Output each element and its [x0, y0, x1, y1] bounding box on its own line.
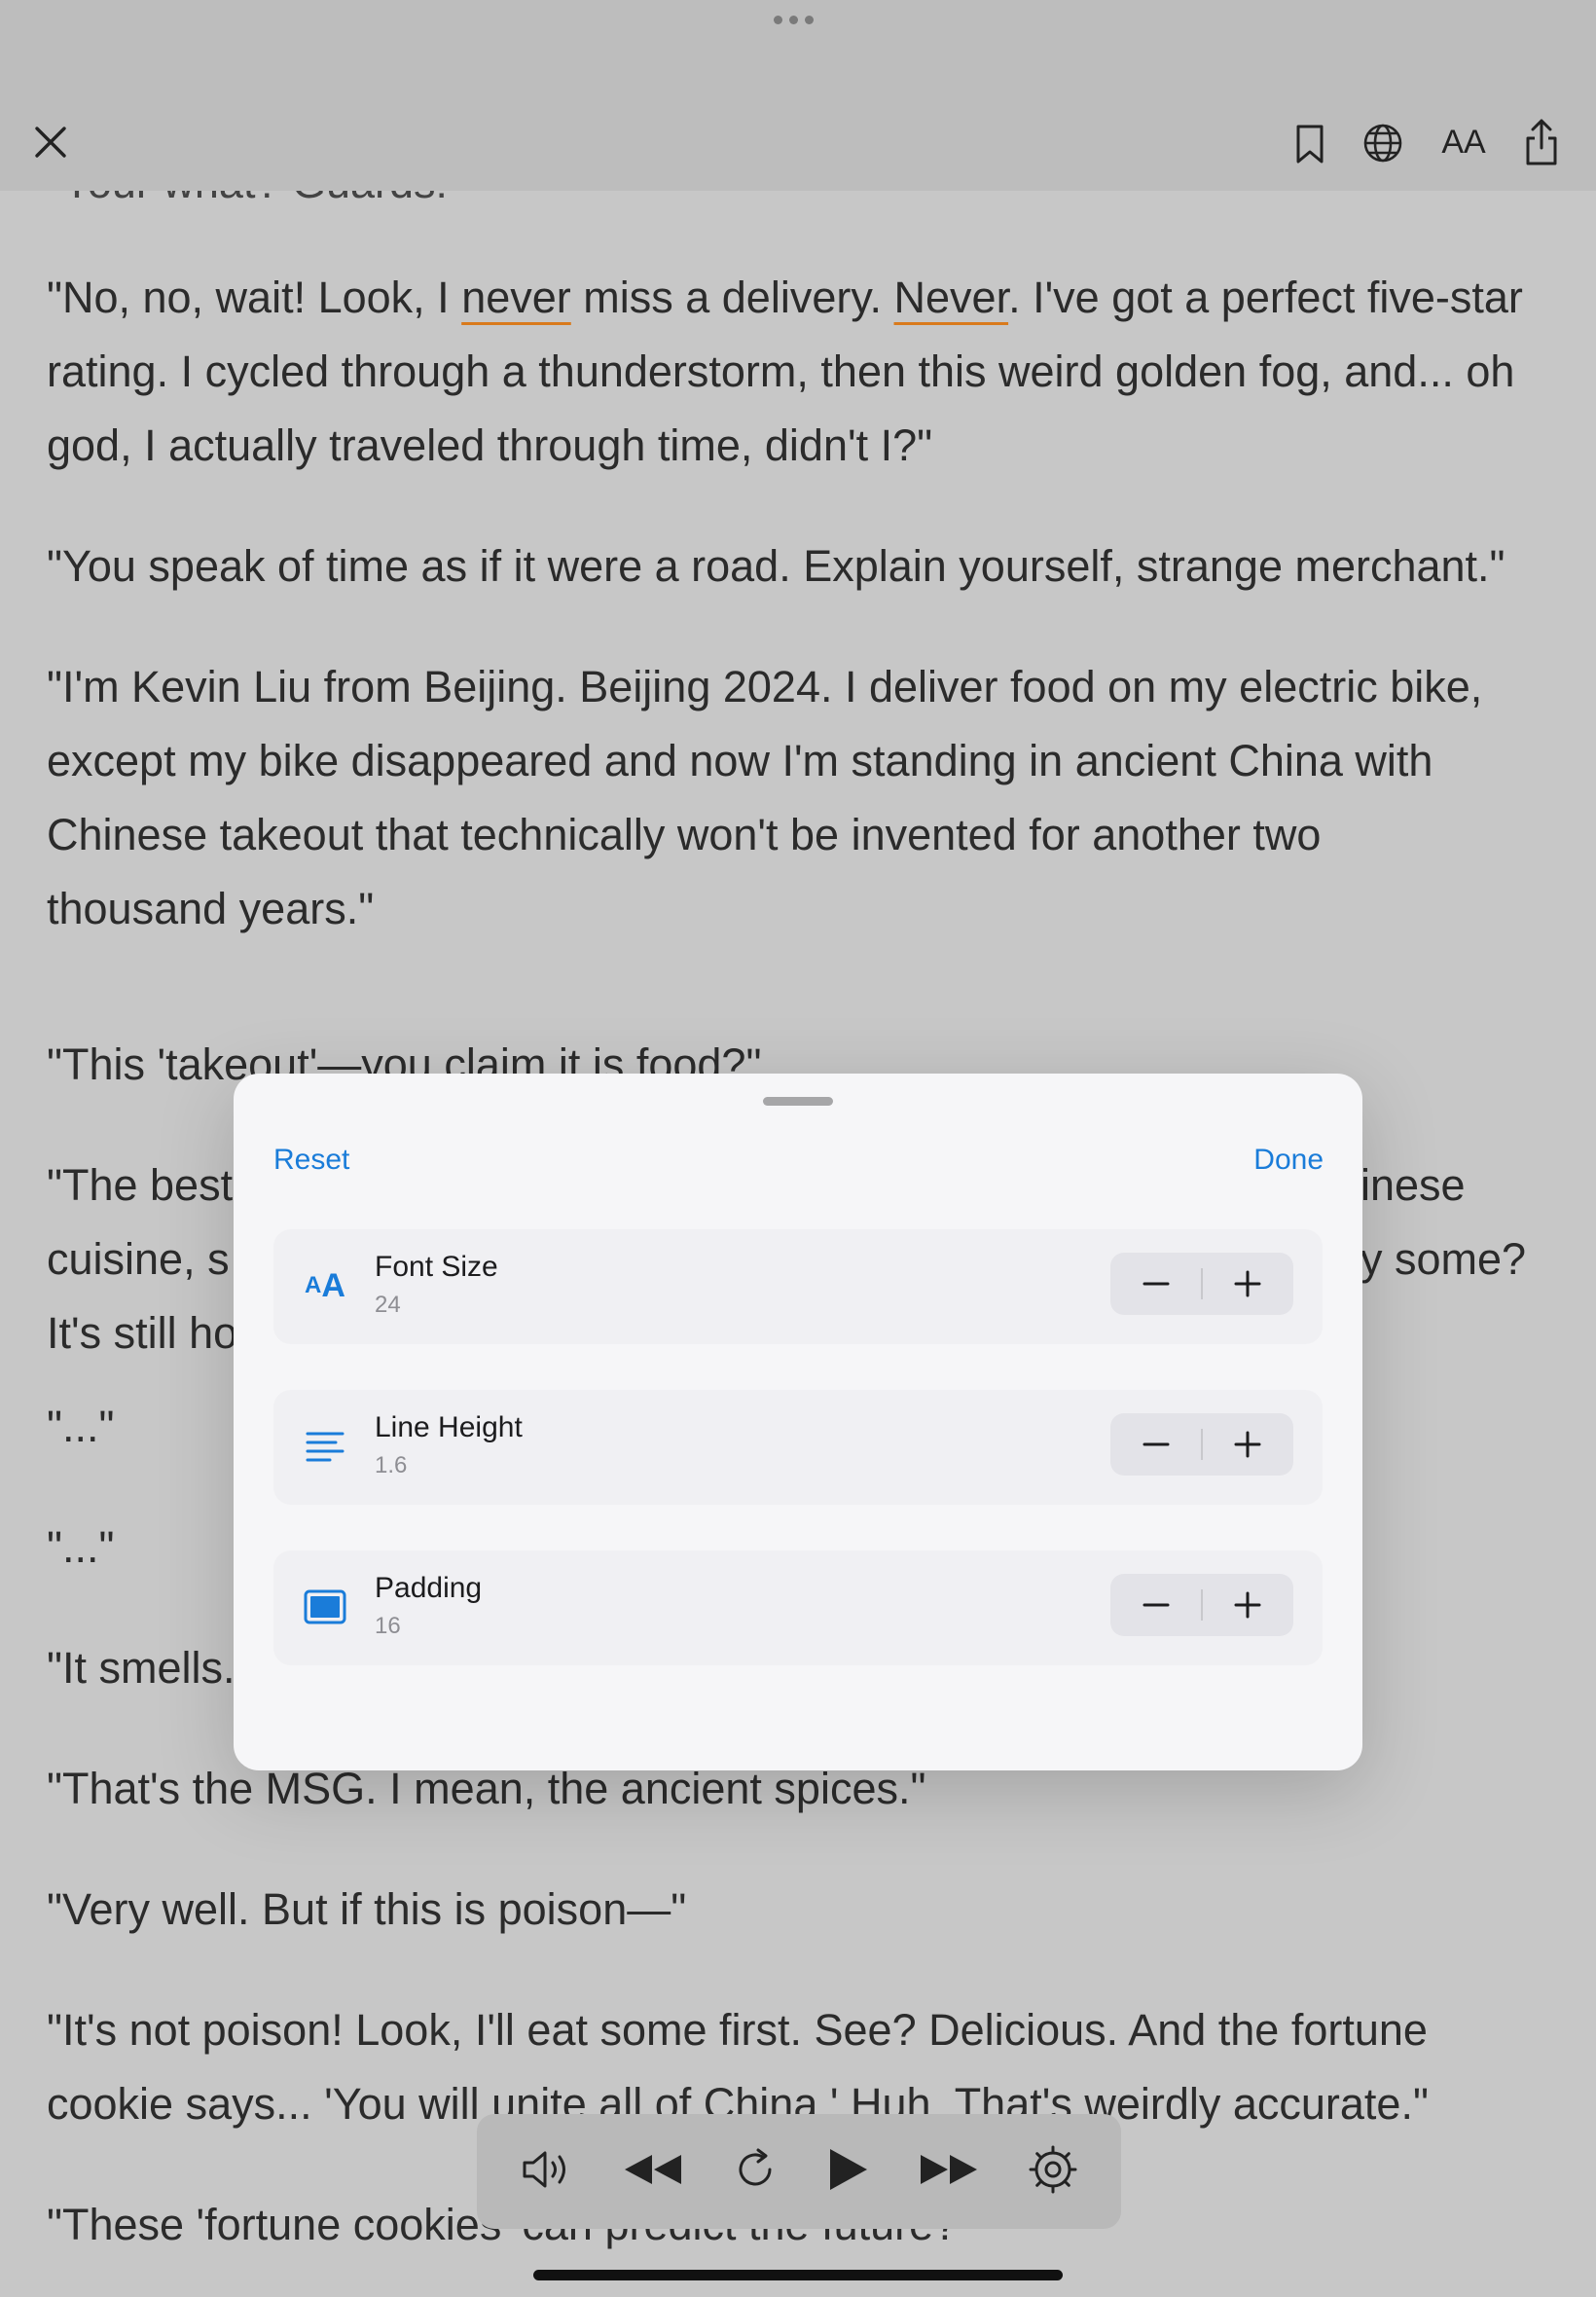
font-size-increment-button[interactable] [1202, 1253, 1293, 1315]
line-height-increment-button[interactable] [1202, 1413, 1293, 1476]
line-height-value: 1.6 [375, 1452, 408, 1478]
plus-icon [1234, 1591, 1261, 1619]
minus-icon [1143, 1442, 1170, 1446]
padding-increment-button[interactable] [1202, 1574, 1293, 1636]
line-height-icon [303, 1427, 347, 1466]
settings-gear-icon[interactable] [1029, 2145, 1077, 2199]
fast-forward-icon[interactable] [919, 2152, 979, 2192]
text-line: "It smells. [47, 1643, 236, 1693]
paragraph: "It smells. [47, 1631, 236, 1705]
bookmark-icon[interactable] [1290, 121, 1329, 167]
padding-value: 16 [375, 1613, 401, 1639]
font-size-decrement-button[interactable] [1110, 1253, 1202, 1315]
font-size-stepper[interactable] [1110, 1253, 1293, 1315]
replay-icon[interactable] [733, 2147, 778, 2197]
done-button[interactable]: Done [1253, 1144, 1324, 1177]
padding-label: Padding [375, 1572, 483, 1604]
paragraph: "The best cuisine, s It's still ho [47, 1148, 237, 1370]
text-line: y some? [1360, 1234, 1527, 1284]
text-line: thousand years." [47, 884, 375, 933]
reader-settings-sheet: Reset Done AA Font Size 24 Line Height 1… [234, 1074, 1362, 1770]
stepper-divider [1201, 1589, 1203, 1621]
line-height-decrement-button[interactable] [1110, 1413, 1202, 1476]
plus-icon [1234, 1431, 1261, 1458]
text-size-label: AA [1441, 123, 1486, 161]
close-icon[interactable] [29, 121, 72, 164]
text-line: Chinese takeout that technically won't b… [47, 810, 1322, 859]
padding-decrement-button[interactable] [1110, 1574, 1202, 1636]
stepper-divider [1201, 1429, 1203, 1460]
paragraph: "..." [47, 1511, 114, 1585]
text-line: "..." [47, 1522, 115, 1572]
text-line: inese [1360, 1160, 1466, 1210]
more-options-handle[interactable] [774, 16, 814, 24]
minus-icon [1143, 1603, 1170, 1607]
text-line: "The best [47, 1160, 234, 1210]
top-toolbar: AA [0, 0, 1596, 191]
paragraph-right-fragment: inese [1360, 1148, 1466, 1222]
rewind-icon[interactable] [623, 2152, 683, 2192]
plus-icon [1234, 1270, 1261, 1297]
paragraph: "Very well. But if this is poison—" [47, 1873, 686, 1947]
globe-icon[interactable] [1360, 121, 1405, 165]
text-line: "No, no, wait! Look, I never miss a deli… [47, 273, 1523, 322]
paragraph: "You speak of time as if it were a road.… [47, 529, 1505, 603]
paragraph: "No, no, wait! Look, I never miss a deli… [47, 261, 1523, 483]
padding-row: Padding 16 [273, 1550, 1323, 1665]
sheet-drag-handle[interactable] [763, 1097, 833, 1106]
text-line: rating. I cycled through a thunderstorm,… [47, 346, 1515, 396]
padding-stepper[interactable] [1110, 1574, 1293, 1636]
text-size-icon: AA [305, 1266, 345, 1304]
font-size-row: AA Font Size 24 [273, 1229, 1323, 1344]
text-line: It's still ho [47, 1308, 238, 1358]
home-indicator[interactable] [533, 2270, 1063, 2280]
play-icon[interactable] [826, 2146, 869, 2198]
font-size-label: Font Size [375, 1251, 498, 1283]
paragraph: "I'm Kevin Liu from Beijing. Beijing 202… [47, 650, 1482, 946]
text-line: god, I actually traveled through time, d… [47, 420, 933, 470]
text-line: except my bike disappeared and now I'm s… [47, 736, 1433, 785]
text-size-button[interactable]: AA [1436, 119, 1491, 165]
paragraph-right-fragment: y some? [1360, 1222, 1526, 1296]
font-size-value: 24 [375, 1292, 401, 1318]
minus-icon [1143, 1282, 1170, 1286]
text-line: "It's not poison! Look, I'll eat some fi… [47, 2005, 1428, 2055]
paragraph: "..." [47, 1390, 114, 1464]
line-height-row: Line Height 1.6 [273, 1390, 1323, 1505]
text-line: "..." [47, 1402, 115, 1451]
share-icon[interactable] [1520, 115, 1563, 169]
reset-button[interactable]: Reset [273, 1144, 349, 1177]
stepper-divider [1201, 1268, 1203, 1299]
speaker-icon[interactable] [521, 2148, 573, 2196]
audio-player-bar [477, 2114, 1121, 2229]
text-line: cuisine, s [47, 1234, 230, 1284]
line-height-stepper[interactable] [1110, 1413, 1293, 1476]
text-line: "You speak of time as if it were a road.… [47, 541, 1505, 591]
text-line: "I'm Kevin Liu from Beijing. Beijing 202… [47, 662, 1483, 711]
text-line: "Very well. But if this is poison—" [47, 1884, 687, 1934]
padding-icon [303, 1587, 347, 1626]
line-height-label: Line Height [375, 1411, 523, 1443]
